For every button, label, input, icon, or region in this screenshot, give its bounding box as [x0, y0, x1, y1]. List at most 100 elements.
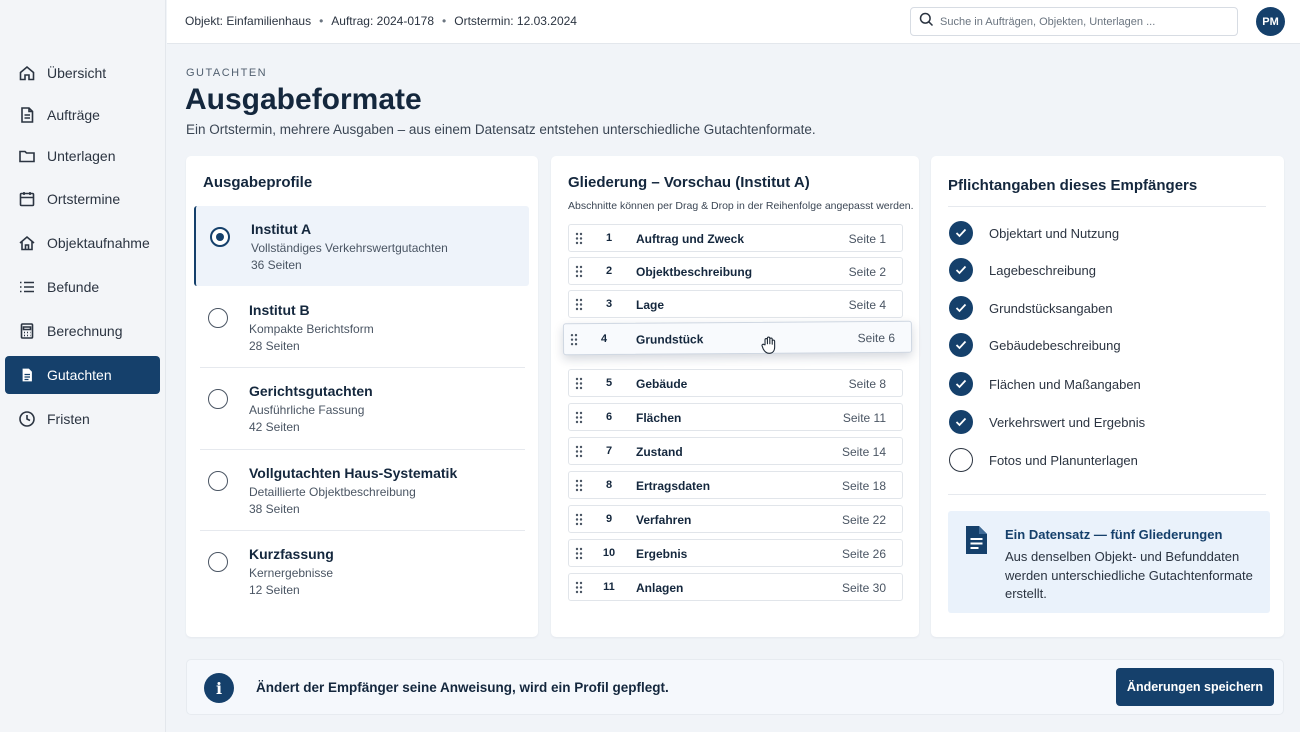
outline-row-label: Zustand [636, 445, 683, 459]
outline-row-page: Seite 2 [848, 265, 886, 279]
sidebar-item-uebersicht[interactable]: Übersicht [5, 54, 160, 92]
outline-row[interactable]: 11 Anlagen Seite 30 [568, 573, 903, 601]
profile-item-institut-a[interactable]: Institut A Vollständiges Verkehrswertgut… [194, 206, 529, 286]
info-banner: i Ändert der Empfänger seine Anweisung, … [186, 659, 1284, 715]
profile-name: Kurzfassung [249, 546, 334, 562]
profile-description: Ausführliche Fassung [249, 403, 365, 417]
outline-row-label: Objektbeschreibung [636, 265, 753, 279]
outline-row-number: 4 [600, 332, 608, 345]
requirements-title: Pflichtangaben dieses Empfängers [948, 177, 1198, 194]
outline-row-number: 1 [605, 232, 613, 244]
avatar[interactable]: PM [1256, 7, 1285, 36]
outline-row[interactable]: 8 Ertragsdaten Seite 18 [568, 471, 903, 499]
separator: • [319, 14, 324, 28]
requirement-item: Flächen und Maßangaben [949, 370, 1141, 398]
profile-name: Vollgutachten Haus-Systematik [249, 465, 458, 481]
profile-item-gerichtsgutachten[interactable]: Gerichtsgutachten Ausführliche Fassung 4… [194, 368, 529, 448]
sidebar-item-label: Übersicht [47, 65, 107, 81]
outline-row-page: Seite 11 [842, 411, 886, 425]
outline-row[interactable]: 9 Verfahren Seite 22 [568, 505, 903, 533]
home-icon [18, 64, 36, 82]
profile-item-kurzfassung[interactable]: Kurzfassung Kernergebnisse 12 Seiten [194, 531, 529, 611]
divider [948, 494, 1266, 495]
outline-row-label: Lage [636, 298, 665, 312]
outline-row-number: 6 [605, 411, 613, 423]
info-box-text: Aus denselben Objekt- und Befunddaten we… [1005, 549, 1253, 601]
save-button[interactable]: Änderungen speichern [1116, 668, 1274, 706]
profile-pages: 12 Seiten [249, 583, 300, 597]
outline-row-label: Flächen [636, 411, 682, 425]
outline-row[interactable]: 2 Objektbeschreibung Seite 2 [568, 257, 903, 285]
sidebar-item-gutachten[interactable]: Gutachten [5, 356, 160, 394]
profile-description: Kernergebnisse [249, 566, 334, 580]
outline-row-label: Ertragsdaten [636, 479, 711, 493]
outline-row-label: Gebäude [636, 377, 688, 391]
profile-radio[interactable] [210, 227, 230, 247]
profile-radio[interactable] [208, 308, 228, 328]
check-circle-icon [949, 258, 973, 282]
check-circle-icon [949, 221, 973, 245]
outline-row[interactable]: 1 Auftrag und Zweck Seite 1 [568, 224, 903, 252]
outline-row[interactable]: 10 Ergebnis Seite 26 [568, 539, 903, 567]
requirement-item: Objektart und Nutzung [949, 219, 1119, 247]
top-bar: Objekt: Einfamilienhaus • Auftrag: 2024-… [167, 0, 1300, 44]
order-info: Auftrag: 2024-0178 [331, 14, 435, 28]
sidebar-item-fristen[interactable]: Fristen [5, 400, 160, 438]
profile-item-institut-b[interactable]: Institut B Kompakte Berichtsform 28 Seit… [194, 287, 529, 367]
sidebar-item-unterlagen[interactable]: Unterlagen [5, 137, 160, 175]
outline-row-label: Verfahren [636, 513, 692, 527]
sidebar-item-auftraege[interactable]: Aufträge [5, 96, 160, 134]
profile-name: Institut B [249, 302, 310, 318]
calculator-icon [18, 322, 36, 340]
outline-row-number: 11 [603, 581, 615, 593]
outline-row-label: Ergebnis [636, 547, 688, 561]
outline-row-page: Seite 30 [841, 581, 886, 595]
profile-radio[interactable] [208, 471, 228, 491]
outline-row[interactable]: 7 Zustand Seite 14 [568, 437, 903, 465]
outline-row[interactable]: 6 Flächen Seite 11 [568, 403, 903, 431]
requirement-item: Lagebeschreibung [949, 256, 1096, 284]
requirement-label: Fotos und Planunterlagen [989, 452, 1138, 468]
report-icon [18, 366, 36, 384]
grab-cursor-icon [761, 336, 776, 354]
outline-row-number: 5 [605, 377, 613, 389]
sidebar-item-berechnung[interactable]: Berechnung [5, 312, 160, 350]
banner-text: Ändert der Empfänger seine Anweisung, wi… [256, 680, 669, 695]
search-icon [919, 12, 934, 32]
sidebar-item-label: Fristen [47, 411, 90, 427]
outline-title: Gliederung – Vorschau (Institut A) [568, 174, 810, 191]
outline-row-number: 2 [605, 265, 613, 277]
outline-row-label: Auftrag und Zweck [636, 232, 745, 246]
outline-row-number: 7 [605, 445, 613, 457]
drag-handle-icon [575, 445, 583, 458]
profile-radio[interactable] [208, 389, 228, 409]
drag-handle-icon [570, 333, 578, 346]
outline-row-number: 10 [602, 547, 616, 559]
house-icon [18, 234, 36, 252]
sidebar-item-ortstermine[interactable]: Ortstermine [5, 180, 160, 218]
outline-row[interactable]: 5 Gebäude Seite 8 [568, 369, 903, 397]
search-input[interactable] [940, 15, 1230, 28]
outline-row[interactable]: 3 Lage Seite 4 [568, 290, 903, 318]
drag-handle-icon [575, 298, 583, 311]
sidebar-item-befunde[interactable]: Befunde [5, 268, 160, 306]
drag-handle-icon [575, 581, 583, 594]
document-icon [966, 526, 987, 554]
sidebar-item-label: Berechnung [47, 323, 123, 339]
check-circle-icon [949, 410, 973, 434]
requirement-label: Flächen und Maßangaben [989, 376, 1141, 392]
profile-item-vollgutachten[interactable]: Vollgutachten Haus-Systematik Detaillier… [194, 450, 529, 530]
drag-handle-icon [575, 411, 583, 424]
check-circle-icon [949, 296, 973, 320]
appointment-info: Ortstermin: 12.03.2024 [454, 14, 577, 28]
outline-row-dragging[interactable]: 4 Grundstück Seite 6 [562, 320, 913, 356]
outline-row-page: Seite 18 [841, 479, 886, 493]
profile-pages: 38 Seiten [249, 502, 300, 516]
folder-icon [18, 147, 36, 165]
outline-row-page: Seite 1 [848, 232, 886, 246]
document-icon [18, 106, 36, 124]
profile-radio[interactable] [208, 552, 228, 572]
check-circle-icon [949, 333, 973, 357]
page-subtitle: Ein Ortstermin, mehrere Ausgaben – aus e… [186, 122, 816, 137]
sidebar-item-objektaufnahme[interactable]: Objektaufnahme [5, 224, 160, 262]
